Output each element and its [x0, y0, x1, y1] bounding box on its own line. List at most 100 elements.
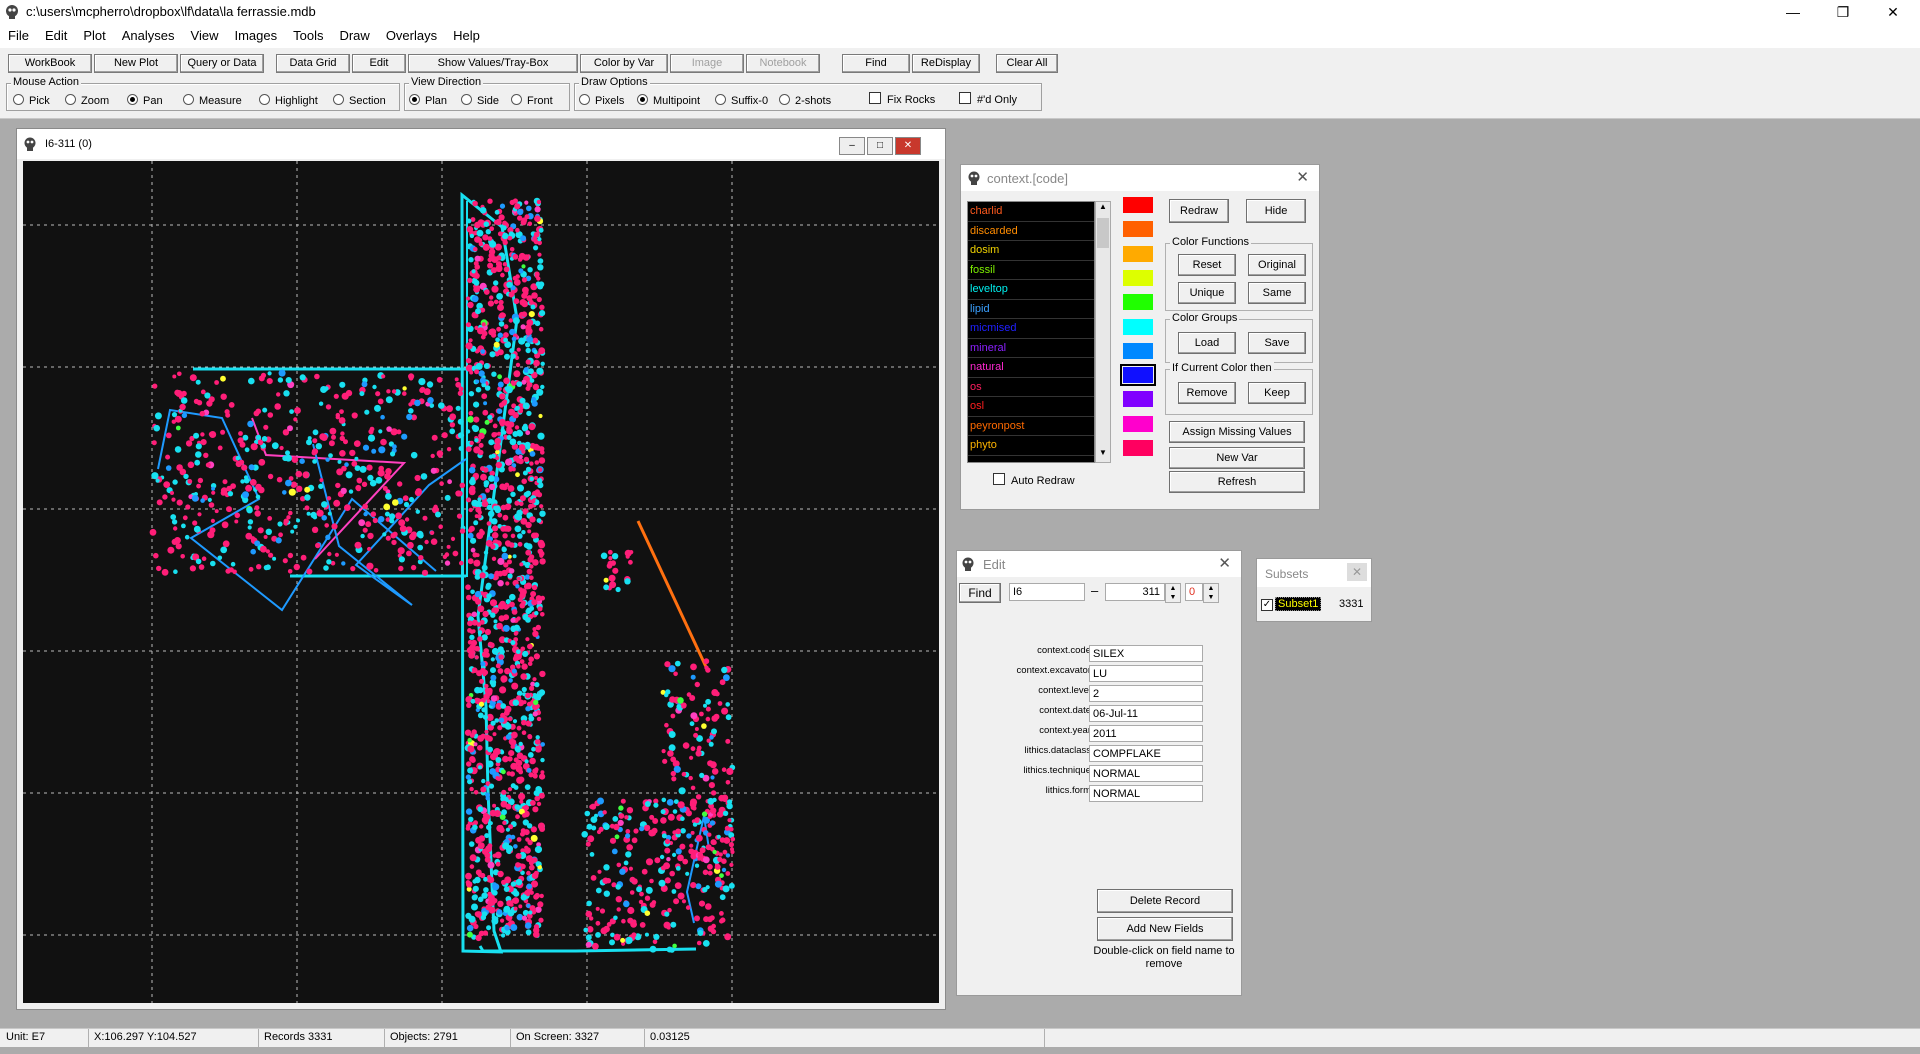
list-item[interactable]: dosim	[968, 241, 1094, 261]
field-label-context-code[interactable]: context.code	[1037, 645, 1091, 656]
save-button[interactable]: Save	[1248, 332, 1306, 354]
list-item[interactable]: osl	[968, 397, 1094, 417]
new-var-button[interactable]: New Var	[1169, 447, 1305, 469]
color-by-var-button[interactable]: Color by Var	[580, 54, 668, 73]
add-new-fields-button[interactable]: Add New Fields	[1097, 917, 1233, 941]
image-button[interactable]: Image	[670, 54, 744, 73]
color-swatch[interactable]	[1123, 318, 1153, 335]
list-item[interactable]: discarded	[968, 222, 1094, 241]
minimize-button[interactable]: —	[1770, 0, 1816, 24]
workbook-button[interactable]: WorkBook	[8, 54, 92, 73]
color-swatch[interactable]	[1123, 391, 1153, 408]
color-swatch[interactable]	[1123, 245, 1153, 262]
new-plot-button[interactable]: New Plot	[94, 54, 178, 73]
scroll-down-icon[interactable]: ▼	[1097, 448, 1109, 462]
field-label-context-level[interactable]: context.level	[1038, 685, 1091, 696]
original-button[interactable]: Original	[1248, 254, 1306, 276]
color-swatch[interactable]	[1123, 342, 1153, 359]
radio-zoom[interactable]: Zoom	[65, 94, 109, 107]
radio-measure[interactable]: Measure	[183, 94, 242, 107]
list-scrollbar[interactable]: ▲ ▼	[1095, 201, 1111, 463]
radio-plan[interactable]: Plan	[409, 94, 447, 107]
scroll-thumb[interactable]	[1097, 218, 1109, 248]
radio-section[interactable]: Section	[333, 94, 386, 107]
fix-rocks-checkbox[interactable]: Fix Rocks	[869, 92, 935, 106]
field-value-lithics-technique[interactable]: NORMAL	[1089, 765, 1203, 782]
id-spinner[interactable]: ▲ ▼	[1165, 583, 1181, 603]
plot-close-button[interactable]: ✕	[895, 137, 921, 155]
color-swatch[interactable]	[1120, 364, 1156, 387]
clear-all-button[interactable]: Clear All	[996, 54, 1058, 73]
menu-plot[interactable]: Plot	[75, 24, 113, 43]
menu-overlays[interactable]: Overlays	[378, 24, 445, 43]
field-label-context-date[interactable]: context.date	[1039, 705, 1091, 716]
color-swatch[interactable]	[1123, 269, 1153, 286]
menu-images[interactable]: Images	[226, 24, 285, 43]
data-grid-button[interactable]: Data Grid	[276, 54, 350, 73]
redisplay-button[interactable]: ReDisplay	[912, 54, 980, 73]
menu-view[interactable]: View	[183, 24, 227, 43]
color-swatch[interactable]	[1123, 440, 1153, 456]
list-item[interactable]: lipid	[968, 300, 1094, 319]
plot-maximize-button[interactable]: □	[867, 137, 893, 155]
menu-draw[interactable]: Draw	[331, 24, 377, 43]
refresh-button[interactable]: Refresh	[1169, 471, 1305, 493]
field-label-lithics-form[interactable]: lithics.form	[1046, 785, 1091, 796]
list-item[interactable]: mineral	[968, 339, 1094, 358]
numbered-only-checkbox[interactable]: #'d Only	[959, 92, 1017, 106]
radio-pick[interactable]: Pick	[13, 94, 50, 107]
list-item[interactable]: phyto	[968, 436, 1094, 456]
field-label-context-year[interactable]: context.year	[1039, 725, 1091, 736]
radio-pixels[interactable]: Pixels	[579, 94, 624, 107]
auto-redraw-checkbox[interactable]: Auto Redraw	[993, 473, 1075, 487]
find-button[interactable]: Find	[842, 54, 910, 73]
close-button[interactable]: ✕	[1870, 0, 1916, 24]
menu-help[interactable]: Help	[445, 24, 488, 43]
color-swatch[interactable]	[1123, 221, 1153, 238]
hide-button[interactable]: Hide	[1246, 199, 1306, 223]
menu-analyses[interactable]: Analyses	[114, 24, 183, 43]
close-icon[interactable]: ✕	[1296, 168, 1309, 186]
close-icon[interactable]: ✕	[1218, 554, 1231, 572]
plot-minimize-button[interactable]: –	[839, 137, 865, 155]
field-value-context-level[interactable]: 2	[1089, 685, 1203, 702]
delete-record-button[interactable]: Delete Record	[1097, 889, 1233, 913]
query-or-data-button[interactable]: Query or Data	[180, 54, 264, 73]
load-button[interactable]: Load	[1178, 332, 1236, 354]
show-values-button[interactable]: Show Values/Tray-Box	[408, 54, 578, 73]
field-value-context-code[interactable]: SILEX	[1089, 645, 1203, 662]
list-item[interactable]: natural	[968, 358, 1094, 378]
radio-suffix0[interactable]: Suffix-0	[715, 94, 768, 107]
notebook-button[interactable]: Notebook	[746, 54, 820, 73]
redraw-button[interactable]: Redraw	[1169, 199, 1229, 223]
field-label-lithics-dataclass[interactable]: lithics.dataclass	[1024, 745, 1091, 756]
color-swatch[interactable]	[1123, 415, 1153, 432]
field-value-lithics-form[interactable]: NORMAL	[1089, 785, 1203, 802]
color-swatch[interactable]	[1123, 197, 1153, 213]
menu-file[interactable]: File	[0, 24, 37, 43]
restore-button[interactable]: ❐	[1820, 0, 1866, 24]
menu-edit[interactable]: Edit	[37, 24, 75, 43]
keep-button[interactable]: Keep	[1248, 382, 1306, 404]
menu-tools[interactable]: Tools	[285, 24, 331, 43]
subset-checkbox[interactable]: ✓	[1261, 599, 1273, 611]
color-swatch[interactable]	[1123, 294, 1153, 311]
id-input[interactable]: 311	[1105, 583, 1165, 601]
radio-front[interactable]: Front	[511, 94, 553, 107]
close-icon[interactable]: ✕	[1347, 563, 1367, 581]
context-code-list[interactable]: charlid discarded dosim fossil leveltop …	[967, 201, 1095, 463]
list-item[interactable]: os	[968, 378, 1094, 397]
find-record-button[interactable]: Find	[959, 583, 1001, 603]
field-value-lithics-dataclass[interactable]: COMPFLAKE	[1089, 745, 1203, 762]
reset-button[interactable]: Reset	[1178, 254, 1236, 276]
scroll-up-icon[interactable]: ▲	[1097, 202, 1109, 216]
radio-highlight[interactable]: Highlight	[259, 94, 318, 107]
assign-missing-values-button[interactable]: Assign Missing Values	[1169, 421, 1305, 443]
plan-view-canvas[interactable]	[23, 161, 939, 1003]
suffix-input[interactable]: 0	[1185, 583, 1203, 601]
field-label-lithics-technique[interactable]: lithics.technique	[1023, 765, 1091, 776]
suffix-spinner[interactable]: ▲ ▼	[1203, 583, 1219, 603]
field-value-context-date[interactable]: 06-Jul-11	[1089, 705, 1203, 722]
list-item[interactable]: peyronpost	[968, 417, 1094, 436]
radio-multipoint[interactable]: Multipoint	[637, 94, 700, 107]
